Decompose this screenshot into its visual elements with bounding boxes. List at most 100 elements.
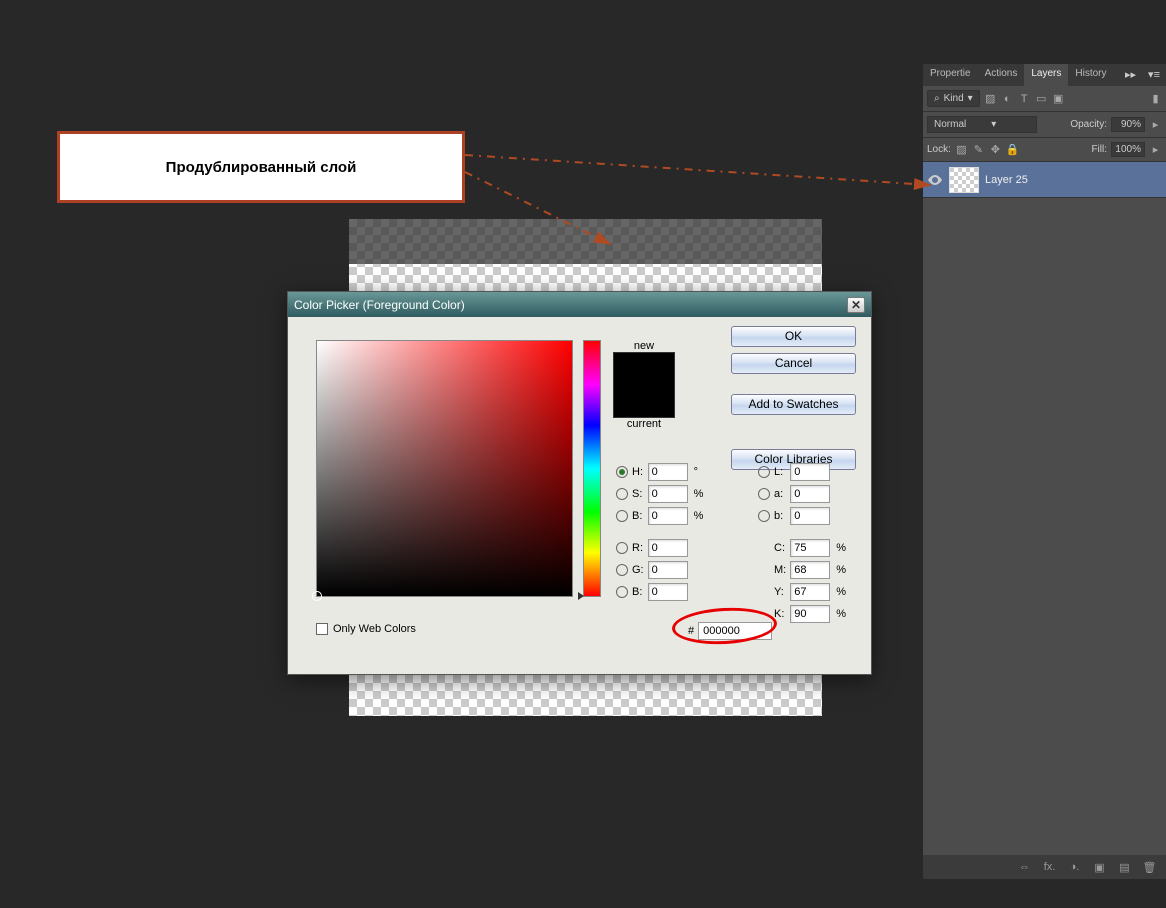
unit-b-hsb: % (694, 510, 704, 522)
opacity-stepper-icon[interactable]: ▸ (1149, 118, 1162, 131)
input-l[interactable] (790, 463, 830, 481)
add-to-swatches-button[interactable]: Add to Swatches (731, 394, 856, 415)
radio-r[interactable] (616, 542, 628, 554)
hex-row: # (688, 622, 772, 640)
search-icon: ⌕ (934, 93, 940, 104)
label-c: C: (774, 542, 786, 554)
only-web-label: Only Web Colors (333, 623, 416, 635)
input-b-hsb[interactable] (648, 507, 688, 525)
radio-h[interactable] (616, 466, 628, 478)
filter-type-icon[interactable]: T (1018, 92, 1031, 105)
layer-filter-row: ⌕ Kind ▾ ▨ ◐ T ▭ ▣ ▮ (923, 86, 1166, 112)
dialog-body: new current OK Cancel Add to Swatches Co… (288, 317, 871, 674)
blend-row: Normal ▾ Opacity: 90% ▸ (923, 112, 1166, 138)
filter-pixel-icon[interactable]: ▨ (984, 92, 997, 105)
radio-b-lab[interactable] (758, 510, 770, 522)
input-b-rgb[interactable] (648, 583, 688, 601)
swatch-label-current: current (613, 418, 675, 430)
filter-toggle-icon[interactable]: ▮ (1149, 92, 1162, 105)
hue-slider[interactable] (583, 340, 601, 597)
input-k[interactable] (790, 605, 830, 623)
footer-trash-icon[interactable]: 🗑 (1143, 861, 1156, 874)
swatch-label-new: new (613, 340, 675, 352)
visibility-eye-icon[interactable] (927, 172, 943, 188)
chevron-down-icon: ▾ (968, 93, 973, 104)
opacity-input[interactable]: 90% (1111, 117, 1145, 132)
input-g[interactable] (648, 561, 688, 579)
input-h[interactable] (648, 463, 688, 481)
radio-b-hsb[interactable] (616, 510, 628, 522)
color-picker-dialog: Color Picker (Foreground Color) ✕ new cu… (287, 291, 872, 675)
unit-y: % (836, 586, 846, 598)
label-b-lab: b: (774, 510, 786, 522)
fill-stepper-icon[interactable]: ▸ (1149, 143, 1162, 156)
hsb-rgb-fields: H: ° S: % B: % R: G: B: (616, 463, 704, 601)
filter-shape-icon[interactable]: ▭ (1035, 92, 1048, 105)
input-r[interactable] (648, 539, 688, 557)
footer-mask-icon[interactable]: ◑. (1068, 861, 1081, 874)
lock-move-icon[interactable]: ✥ (989, 143, 1002, 156)
fill-input[interactable]: 100% (1111, 142, 1145, 157)
layers-panel: Propertie Actions Layers History ▸▸ ▾≡ ⌕… (923, 64, 1166, 879)
unit-k: % (836, 608, 846, 620)
swatch-new-current[interactable] (613, 352, 675, 418)
footer-group-icon[interactable]: ▣ (1093, 861, 1106, 874)
filter-adjust-icon[interactable]: ◐ (1001, 92, 1014, 105)
label-l: L: (774, 466, 786, 478)
lock-all-icon[interactable]: 🔒 (1006, 143, 1019, 156)
tab-properties[interactable]: Propertie (923, 64, 978, 86)
hex-input[interactable] (698, 622, 772, 640)
dialog-title-text: Color Picker (Foreground Color) (294, 298, 847, 312)
radio-a[interactable] (758, 488, 770, 500)
tab-actions[interactable]: Actions (978, 64, 1025, 86)
ok-button[interactable]: OK (731, 326, 856, 347)
opacity-label: Opacity: (1070, 119, 1107, 130)
unit-h: ° (694, 466, 704, 478)
filter-smart-icon[interactable]: ▣ (1052, 92, 1065, 105)
footer-link-icon[interactable]: ⇔ (1018, 861, 1031, 874)
label-b-rgb: B: (632, 586, 644, 598)
hex-hash: # (688, 625, 694, 637)
layer-name[interactable]: Layer 25 (985, 174, 1028, 186)
label-y: Y: (774, 586, 786, 598)
input-c[interactable] (790, 539, 830, 557)
input-s[interactable] (648, 485, 688, 503)
tab-history[interactable]: History (1068, 64, 1113, 86)
radio-l[interactable] (758, 466, 770, 478)
filter-kind-select[interactable]: ⌕ Kind ▾ (927, 90, 980, 107)
input-b-lab[interactable] (790, 507, 830, 525)
footer-fx-icon[interactable]: fx. (1043, 861, 1056, 874)
label-m: M: (774, 564, 786, 576)
input-m[interactable] (790, 561, 830, 579)
panel-collapse-icon[interactable]: ▸▸ (1119, 64, 1142, 86)
input-a[interactable] (790, 485, 830, 503)
fill-label: Fill: (1091, 144, 1107, 155)
blend-mode-select[interactable]: Normal ▾ (927, 116, 1037, 133)
label-g: G: (632, 564, 644, 576)
layer-thumbnail[interactable] (949, 167, 979, 193)
radio-s[interactable] (616, 488, 628, 500)
dialog-titlebar[interactable]: Color Picker (Foreground Color) ✕ (288, 292, 871, 317)
annotation-callout: Продублированный слой (57, 131, 465, 203)
radio-b-rgb[interactable] (616, 586, 628, 598)
annotation-text: Продублированный слой (166, 159, 357, 176)
lab-cmyk-fields: L: a: b: C: % M: % Y: % K: (758, 463, 846, 623)
canvas-checkerboard-top (349, 219, 822, 264)
lock-transparency-icon[interactable]: ▨ (955, 143, 968, 156)
unit-m: % (836, 564, 846, 576)
layer-row[interactable]: Layer 25 (923, 162, 1166, 198)
color-swatches: new current (613, 340, 675, 430)
only-web-checkbox[interactable] (316, 623, 328, 635)
label-k: K: (774, 608, 786, 620)
cancel-button[interactable]: Cancel (731, 353, 856, 374)
panel-menu-icon[interactable]: ▾≡ (1142, 64, 1166, 86)
saturation-value-field[interactable] (316, 340, 573, 597)
footer-new-icon[interactable]: ▤ (1118, 861, 1131, 874)
radio-g[interactable] (616, 564, 628, 576)
lock-label: Lock: (927, 144, 951, 155)
input-y[interactable] (790, 583, 830, 601)
dialog-close-button[interactable]: ✕ (847, 297, 865, 313)
tab-layers[interactable]: Layers (1024, 64, 1068, 86)
lock-brush-icon[interactable]: ✎ (972, 143, 985, 156)
dialog-button-column: OK Cancel Add to Swatches Color Librarie… (731, 326, 856, 470)
